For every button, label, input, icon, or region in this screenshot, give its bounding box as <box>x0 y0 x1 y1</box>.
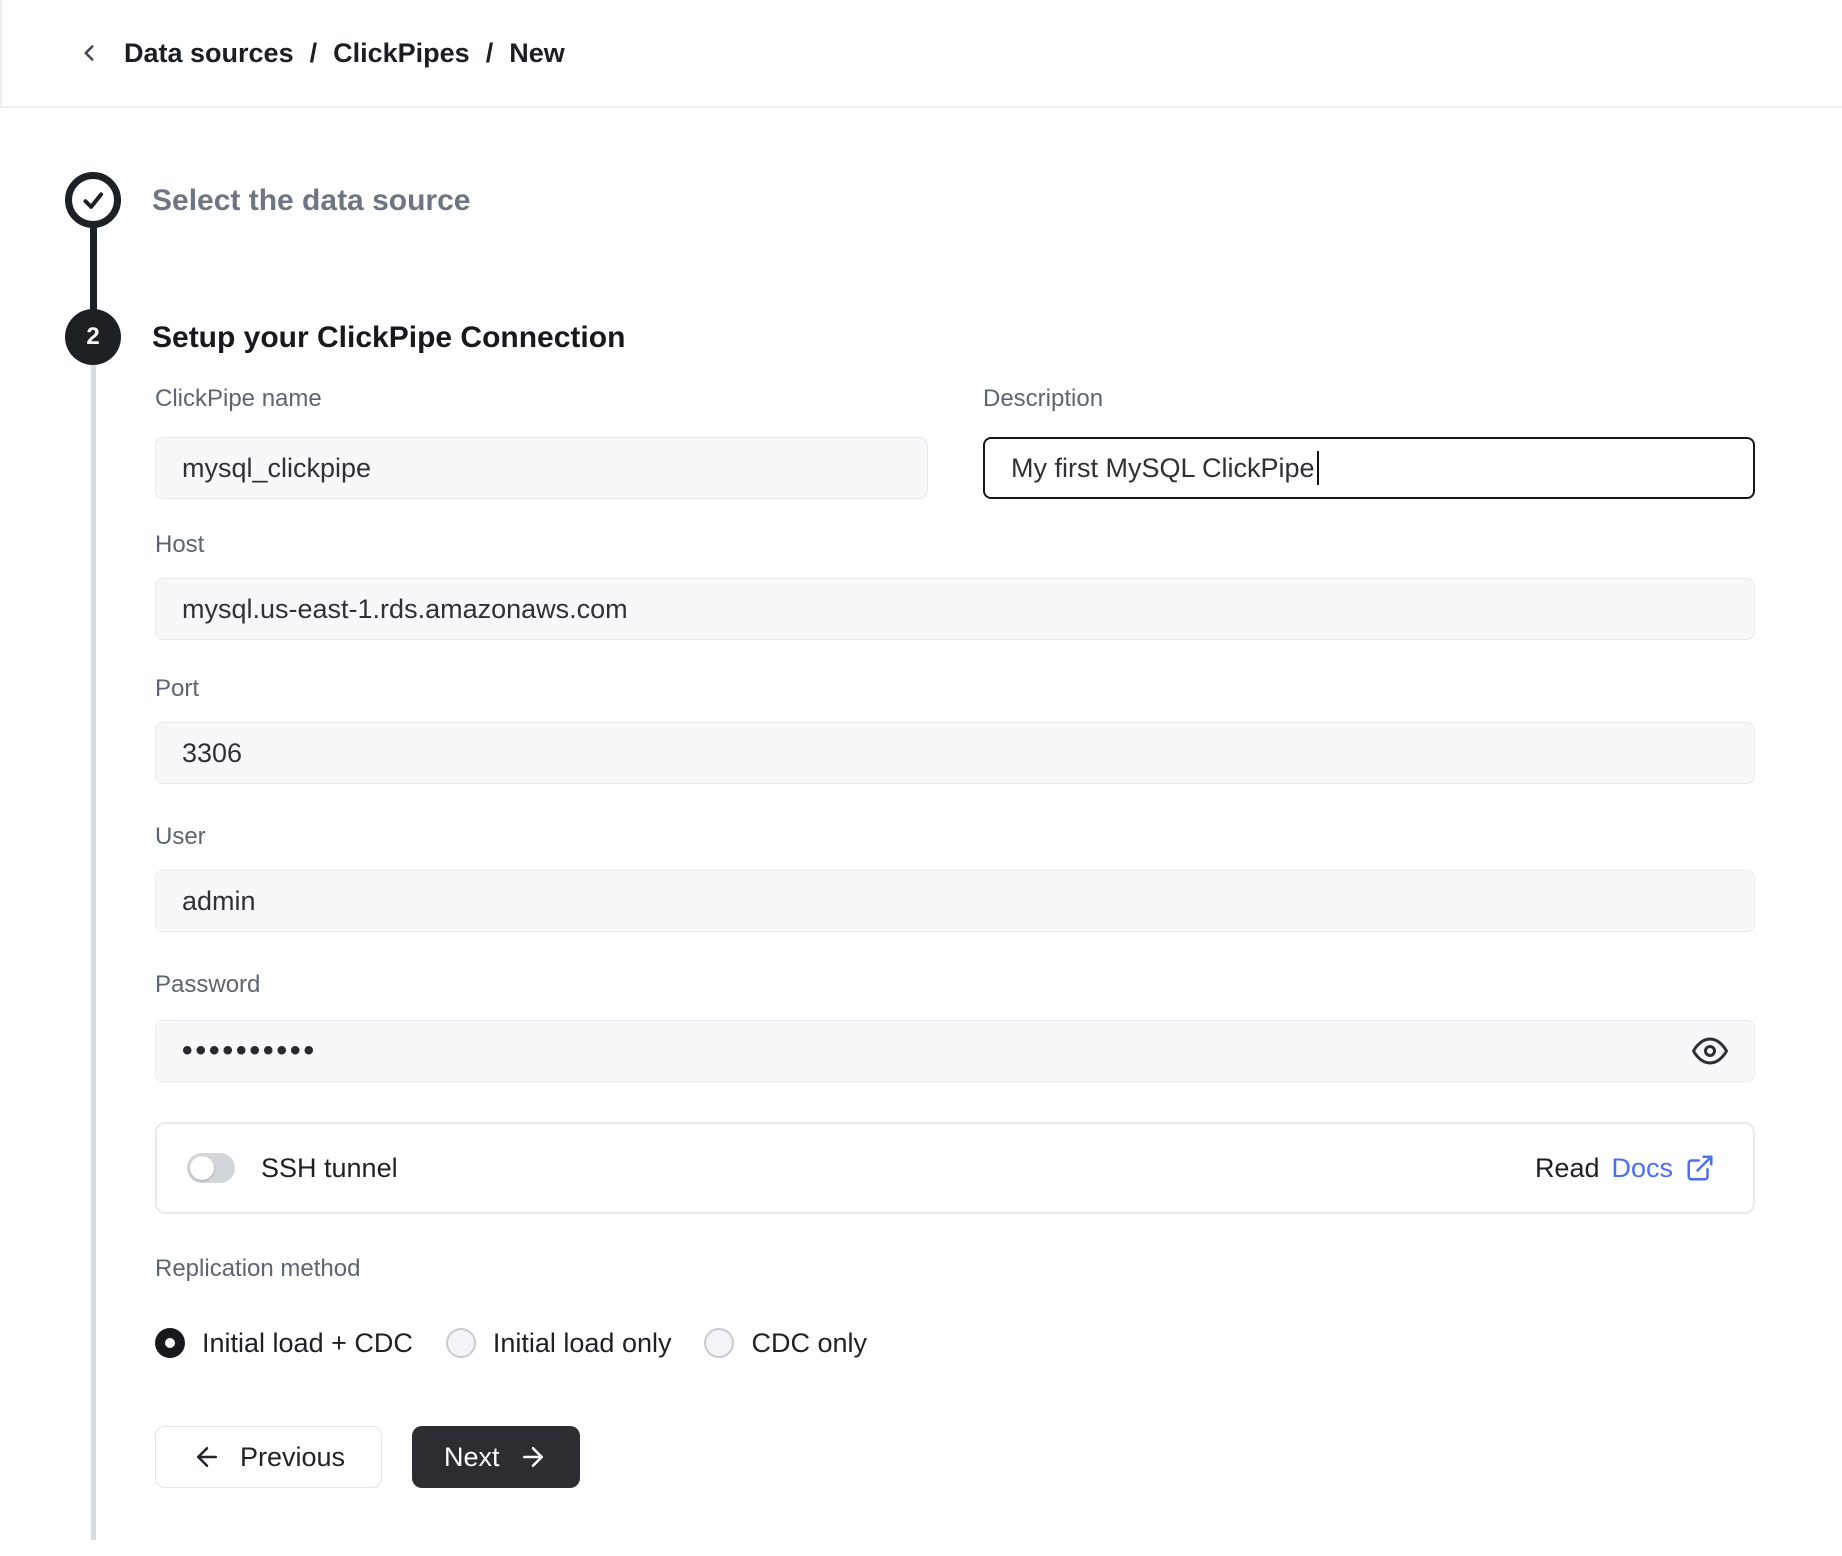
radio-label: Initial load + CDC <box>202 1328 413 1359</box>
chevron-left-icon <box>76 40 102 66</box>
port-input[interactable]: 3306 <box>155 722 1755 784</box>
radio-initial-load-only[interactable]: Initial load only <box>446 1328 672 1359</box>
next-button-label: Next <box>444 1442 500 1473</box>
text-cursor <box>1317 451 1320 485</box>
arrow-left-icon <box>192 1442 222 1472</box>
check-icon <box>78 185 108 215</box>
radio-cdc-only[interactable]: CDC only <box>704 1328 867 1359</box>
arrow-right-icon <box>518 1442 548 1472</box>
ssh-tunnel-label: SSH tunnel <box>261 1153 398 1184</box>
replication-method-label: Replication method <box>155 1256 360 1282</box>
clickpipe-name-label: ClickPipe name <box>155 386 322 412</box>
previous-button[interactable]: Previous <box>155 1426 382 1488</box>
step-2-indicator: 2 <box>65 309 121 365</box>
breadcrumb-clickpipes[interactable]: ClickPipes <box>333 38 470 69</box>
clickpipe-name-value: mysql_clickpipe <box>182 453 371 484</box>
previous-button-label: Previous <box>240 1442 345 1473</box>
radio-unselected-icon[interactable] <box>704 1328 734 1358</box>
user-input[interactable]: admin <box>155 870 1755 932</box>
breadcrumb-new: New <box>509 38 565 69</box>
replication-options: Initial load + CDC Initial load only CDC… <box>155 1326 867 1360</box>
read-text: Read <box>1535 1153 1600 1184</box>
port-value: 3306 <box>182 738 242 769</box>
port-label: Port <box>155 676 199 702</box>
breadcrumb-data-sources[interactable]: Data sources <box>124 38 294 69</box>
reveal-password-button[interactable] <box>1690 1031 1730 1071</box>
ssh-tunnel-toggle[interactable] <box>187 1153 235 1183</box>
radio-initial-load-cdc[interactable]: Initial load + CDC <box>155 1328 413 1359</box>
radio-selected-icon[interactable] <box>155 1328 185 1358</box>
step-1-title: Select the data source <box>152 184 470 218</box>
ssh-tunnel-card: SSH tunnel Read Docs <box>155 1122 1755 1214</box>
breadcrumb: Data sources / ClickPipes / New <box>124 38 565 69</box>
top-header: Data sources / ClickPipes / New <box>0 0 1842 108</box>
description-value: My first MySQL ClickPipe <box>1011 453 1315 484</box>
clickpipe-name-input[interactable]: mysql_clickpipe <box>155 437 928 499</box>
user-value: admin <box>182 886 256 917</box>
docs-link[interactable]: Docs <box>1611 1153 1673 1184</box>
wizard-actions: Previous Next <box>155 1426 580 1488</box>
password-masked-value: •••••••••• <box>182 1034 317 1068</box>
host-label: Host <box>155 532 204 558</box>
stepper-connector-pending <box>91 365 96 1540</box>
radio-label: CDC only <box>751 1328 867 1359</box>
next-button[interactable]: Next <box>412 1426 580 1488</box>
description-label: Description <box>983 386 1103 412</box>
breadcrumb-separator: / <box>486 38 494 69</box>
password-input[interactable]: •••••••••• <box>155 1020 1755 1082</box>
external-link-icon[interactable] <box>1685 1153 1715 1183</box>
breadcrumb-separator: / <box>310 38 318 69</box>
back-button[interactable] <box>72 36 106 70</box>
stepper-connector-done <box>90 226 97 311</box>
host-value: mysql.us-east-1.rds.amazonaws.com <box>182 594 628 625</box>
step-1-indicator <box>65 172 121 228</box>
toggle-knob <box>190 1156 214 1180</box>
description-input[interactable]: My first MySQL ClickPipe <box>983 437 1755 499</box>
host-input[interactable]: mysql.us-east-1.rds.amazonaws.com <box>155 578 1755 640</box>
step-2-title: Setup your ClickPipe Connection <box>152 321 625 355</box>
radio-label: Initial load only <box>493 1328 672 1359</box>
password-label: Password <box>155 972 260 998</box>
eye-icon <box>1692 1033 1728 1069</box>
radio-unselected-icon[interactable] <box>446 1328 476 1358</box>
wizard-content: 2 Select the data source Setup your Clic… <box>0 108 1842 1556</box>
step-2-number: 2 <box>86 323 99 351</box>
user-label: User <box>155 824 206 850</box>
